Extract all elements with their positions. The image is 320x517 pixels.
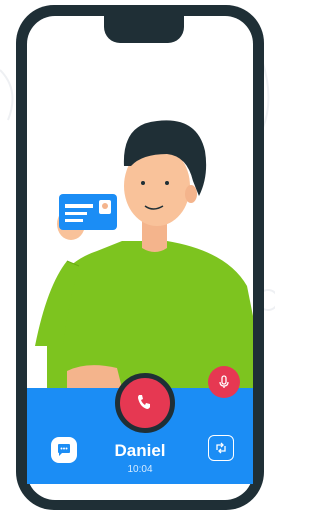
switch-camera-button[interactable] (208, 435, 234, 461)
call-duration: 10:04 (127, 464, 153, 475)
mute-microphone-button[interactable] (208, 366, 240, 398)
phone-notch (104, 13, 184, 43)
end-call-button[interactable] (115, 373, 175, 433)
microphone-icon (219, 375, 229, 388)
switch-camera-icon (216, 442, 226, 454)
chat-bubble-icon (58, 444, 70, 456)
chat-button[interactable] (51, 437, 77, 463)
phone-hangup-icon (138, 395, 150, 409)
